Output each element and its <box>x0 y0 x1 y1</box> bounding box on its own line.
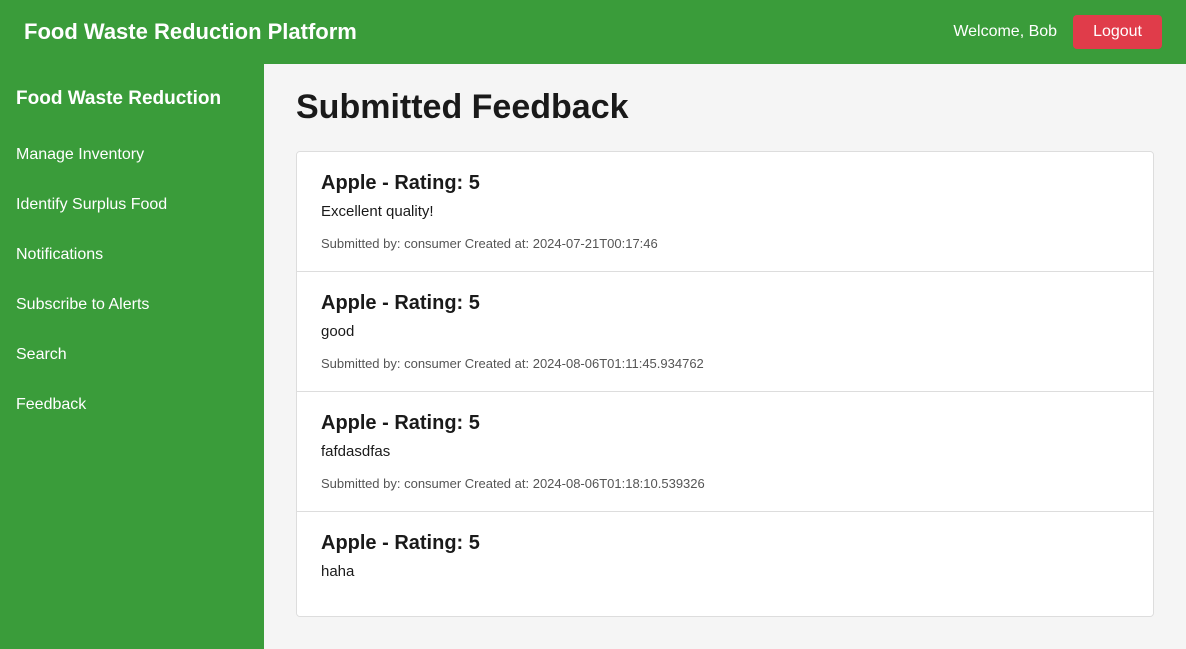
main-content: Submitted Feedback Apple - Rating: 5 Exce… <box>264 64 1186 649</box>
feedback-meta: Submitted by: consumer Created at: 2024-… <box>321 356 1129 371</box>
main-layout: Food Waste Reduction Manage InventoryIde… <box>0 64 1186 649</box>
feedback-card: Apple - Rating: 5 good Submitted by: consu… <box>297 272 1153 392</box>
feedback-list: Apple - Rating: 5 Excellent quality! Submi… <box>296 151 1154 617</box>
feedback-meta: Submitted by: consumer Created at: 2024-… <box>321 476 1129 491</box>
sidebar-brand: Food Waste Reduction <box>0 72 264 130</box>
header: Food Waste Reduction Platform Welcome, B… <box>0 0 1186 64</box>
sidebar-item-subscribe-to-alerts[interactable]: Subscribe to Alerts <box>0 280 264 330</box>
feedback-title: Apple - Rating: 5 <box>321 172 1129 195</box>
feedback-title: Apple - Rating: 5 <box>321 412 1129 435</box>
page-title: Submitted Feedback <box>296 88 1154 127</box>
logout-button[interactable]: Logout <box>1073 15 1162 49</box>
sidebar: Food Waste Reduction Manage InventoryIde… <box>0 64 264 649</box>
feedback-comment: haha <box>321 563 1129 580</box>
feedback-title: Apple - Rating: 5 <box>321 292 1129 315</box>
feedback-comment: Excellent quality! <box>321 203 1129 220</box>
feedback-card: Apple - Rating: 5 Excellent quality! Submi… <box>297 152 1153 272</box>
sidebar-item-manage-inventory[interactable]: Manage Inventory <box>0 130 264 180</box>
sidebar-item-search[interactable]: Search <box>0 330 264 380</box>
feedback-meta: Submitted by: consumer Created at: 2024-… <box>321 236 1129 251</box>
feedback-card: Apple - Rating: 5 fafdasdfas Submitted by:… <box>297 392 1153 512</box>
app-title: Food Waste Reduction Platform <box>24 19 357 45</box>
welcome-text: Welcome, Bob <box>953 23 1057 41</box>
sidebar-item-identify-surplus-food[interactable]: Identify Surplus Food <box>0 180 264 230</box>
sidebar-item-notifications[interactable]: Notifications <box>0 230 264 280</box>
header-right: Welcome, Bob Logout <box>953 15 1162 49</box>
feedback-title: Apple - Rating: 5 <box>321 532 1129 555</box>
feedback-comment: fafdasdfas <box>321 443 1129 460</box>
feedback-comment: good <box>321 323 1129 340</box>
feedback-card: Apple - Rating: 5 haha <box>297 512 1153 616</box>
sidebar-item-feedback[interactable]: Feedback <box>0 380 264 430</box>
